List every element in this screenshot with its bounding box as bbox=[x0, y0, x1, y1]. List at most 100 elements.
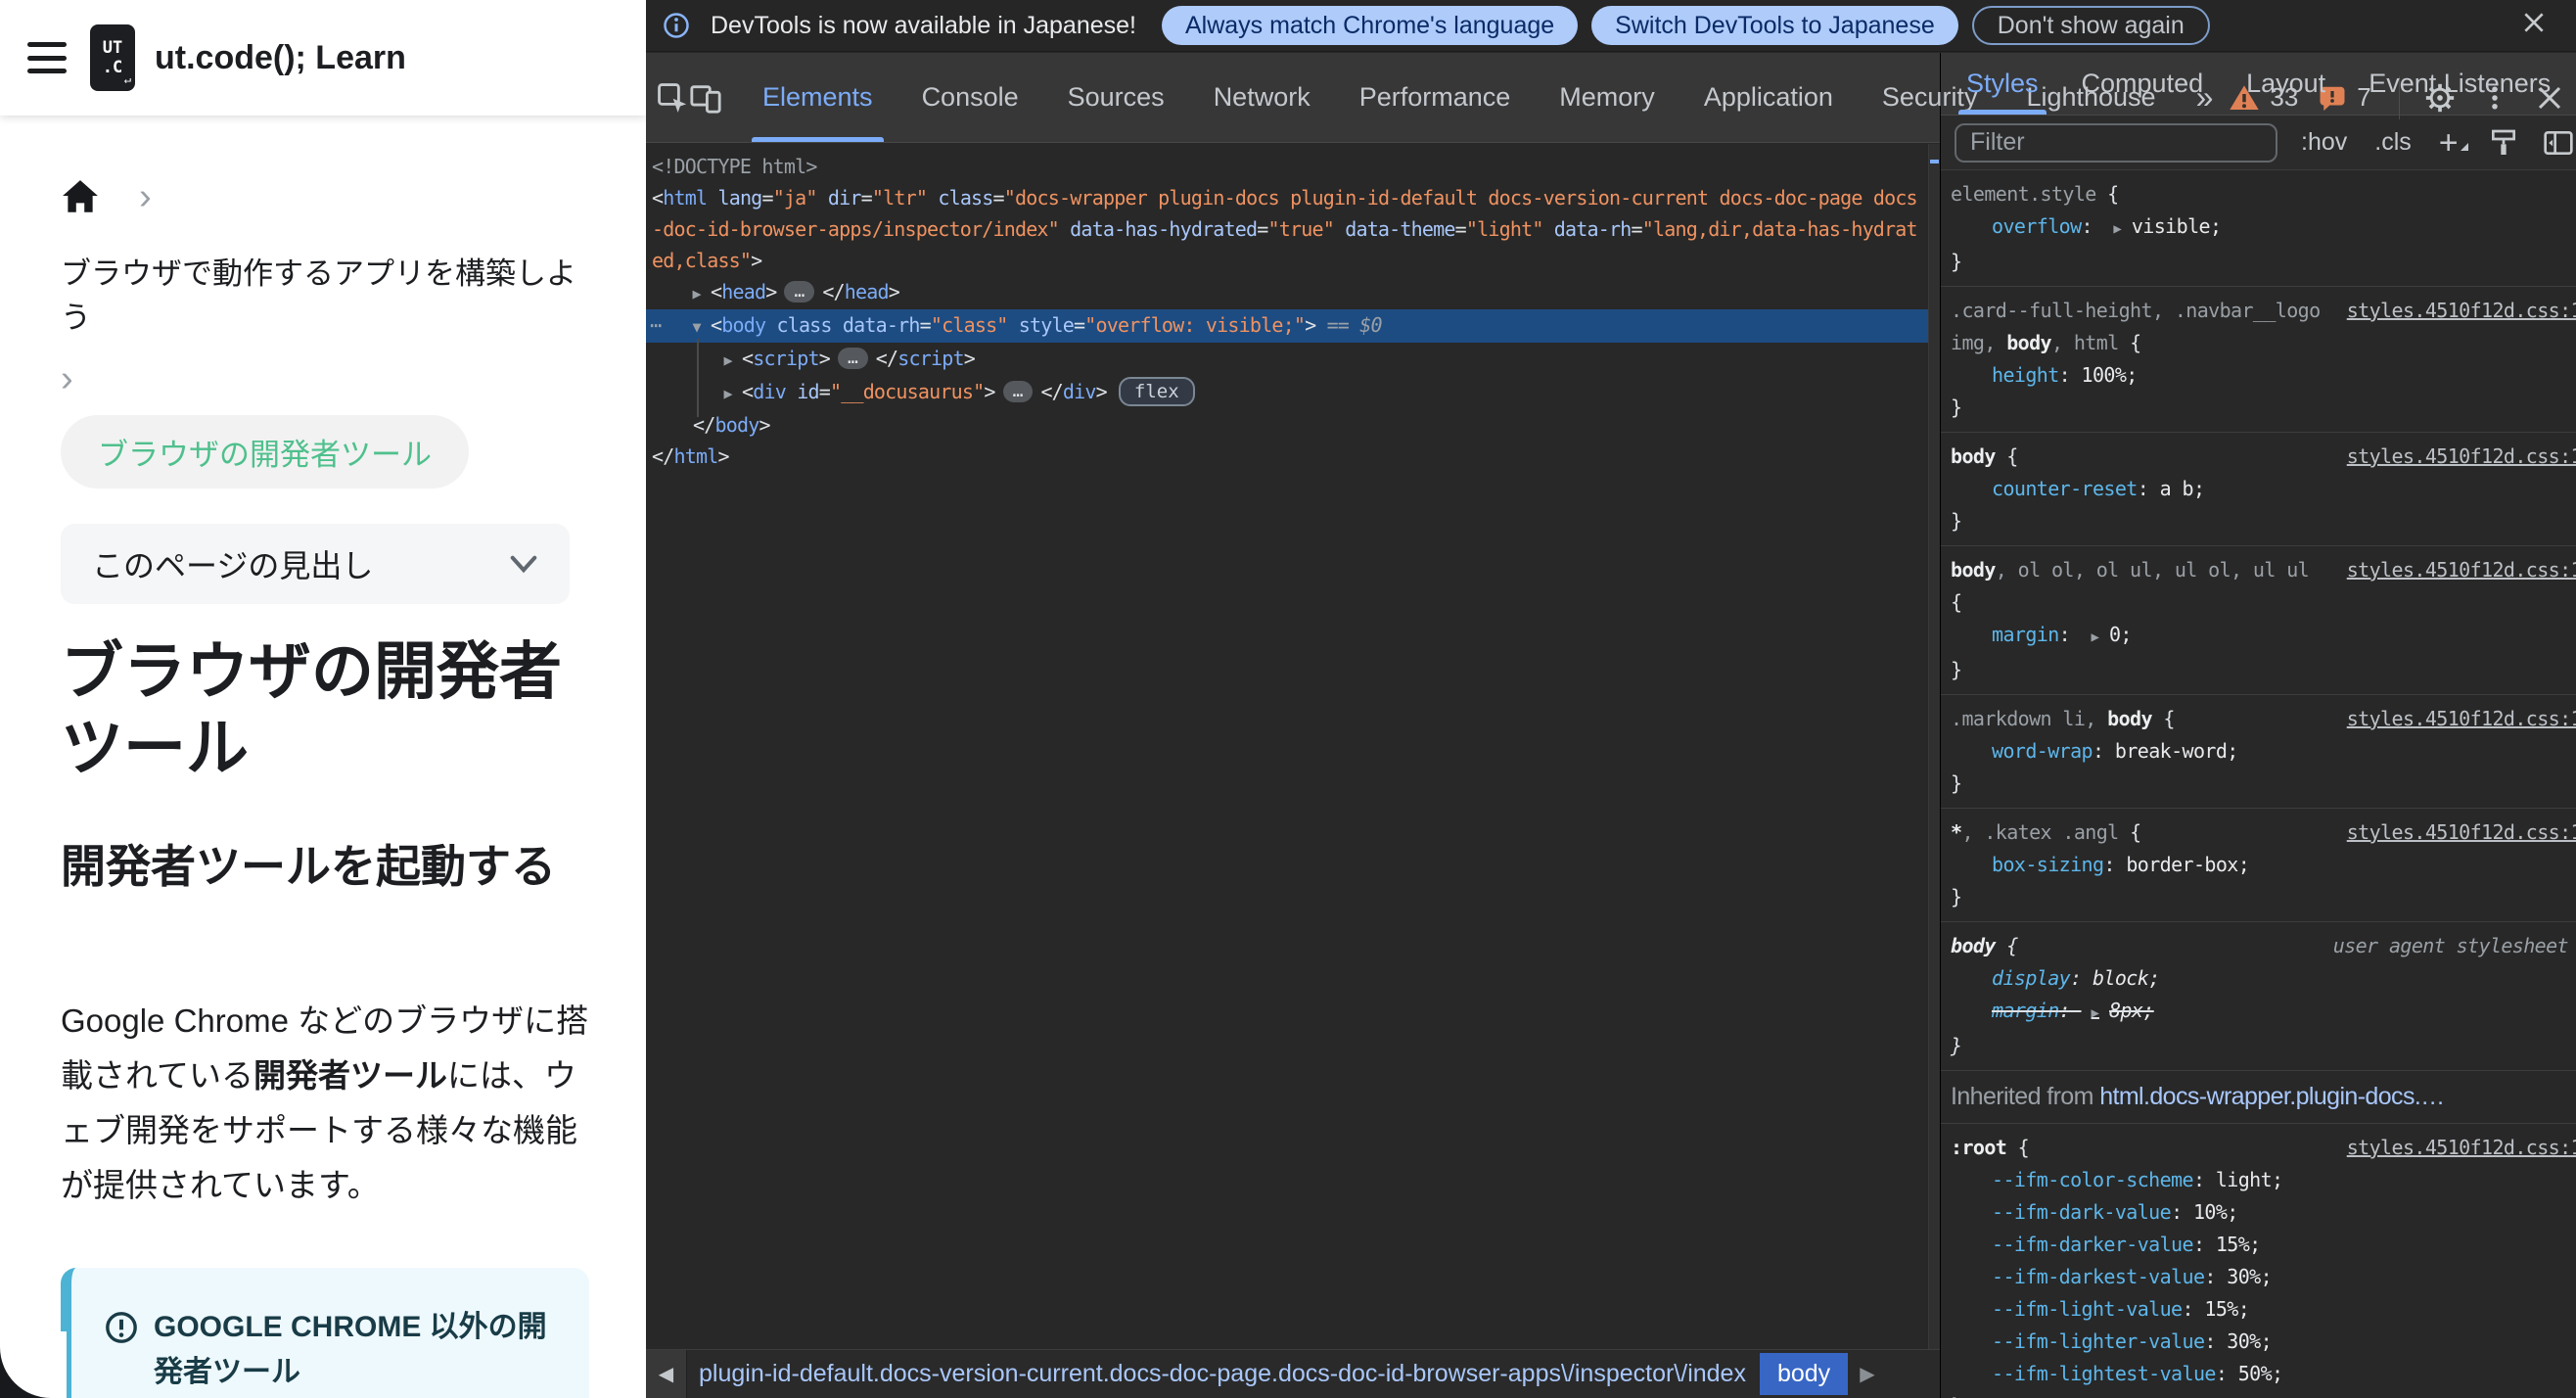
css-property[interactable]: height: 100%; bbox=[1951, 359, 2576, 392]
site-title[interactable]: ut.code(); Learn bbox=[155, 39, 406, 77]
dom-row[interactable]: </html> bbox=[646, 441, 1940, 472]
stylesheet-link[interactable]: styles.4510f12d.css:1 bbox=[2347, 554, 2576, 586]
css-property[interactable]: counter-reset: a b; bbox=[1951, 473, 2576, 505]
css-property[interactable]: --ifm-darkest-value: 30%; bbox=[1951, 1261, 2576, 1293]
css-rules-list: element.style {overflow: ▶ visible;} style… bbox=[1941, 170, 2576, 1398]
css-property[interactable]: display: block; bbox=[1951, 962, 2576, 995]
styles-tool--hov[interactable]: :hov bbox=[2301, 128, 2347, 157]
sidebar-tab-layout[interactable]: Layout bbox=[2225, 53, 2347, 115]
css-rule[interactable]: styles.4510f12d.css:1 *, .katex .angl {bo… bbox=[1941, 809, 2576, 922]
expand-value-icon[interactable]: ▶ bbox=[2092, 629, 2099, 645]
infobar-close-icon[interactable] bbox=[2521, 10, 2547, 42]
tab-console[interactable]: Console bbox=[897, 53, 1043, 142]
breadcrumb-scroll-left-icon[interactable]: ◀ bbox=[646, 1350, 687, 1398]
stylesheet-link[interactable]: styles.4510f12d.css:1 bbox=[2347, 295, 2576, 327]
flex-badge[interactable]: flex bbox=[1118, 377, 1195, 406]
css-property[interactable]: margin: ▶ 8px; bbox=[1951, 995, 2576, 1030]
stylesheet-link[interactable]: styles.4510f12d.css:1 bbox=[2347, 441, 2576, 473]
infobar-button-switch-devtools-to-japanese[interactable]: Switch DevTools to Japanese bbox=[1591, 6, 1958, 45]
css-rule[interactable]: styles.4510f12d.css:1 body {counter-reset… bbox=[1941, 433, 2576, 546]
expand-arrow-icon[interactable]: ▶ bbox=[683, 278, 711, 309]
tab-memory[interactable]: Memory bbox=[1535, 53, 1679, 142]
inspect-element-icon[interactable] bbox=[656, 75, 689, 120]
breadcrumb-item-course[interactable]: ブラウザで動作するアプリを構築しよう bbox=[61, 249, 589, 337]
inline-expand-icon[interactable]: … bbox=[1002, 381, 1034, 402]
styles-tab-bar: StylesComputedLayoutEvent Listeners» bbox=[1941, 53, 2576, 116]
css-property[interactable]: --ifm-light-value: 15%; bbox=[1951, 1293, 2576, 1326]
breadcrumb-item-current[interactable]: ブラウザの開発者ツール bbox=[61, 415, 469, 489]
info-icon bbox=[664, 13, 689, 38]
site-logo[interactable]: UT .C ↵ bbox=[90, 24, 135, 91]
expand-value-icon[interactable]: ▶ bbox=[2092, 1005, 2099, 1021]
elements-panel: Elements Console Sources Network Performance… bbox=[646, 53, 2560, 1398]
logo-text-bottom: .C bbox=[102, 58, 123, 77]
dom-row[interactable]: ▶ <div id="__docusaurus">… </div> flex bbox=[646, 376, 1940, 409]
dom-row[interactable]: <!DOCTYPE html> bbox=[646, 151, 1940, 182]
dock-sidebar-icon[interactable] bbox=[2543, 120, 2574, 165]
styles-tool-new-rule[interactable]: + bbox=[2439, 126, 2468, 160]
expand-value-icon[interactable]: ▶ bbox=[2113, 221, 2121, 237]
corner-fab[interactable] bbox=[0, 1331, 67, 1398]
sidebar-tab-styles[interactable]: Styles bbox=[1945, 53, 2060, 115]
rendering-brush-icon[interactable] bbox=[2488, 120, 2519, 165]
dom-breadcrumb-selected[interactable]: body bbox=[1759, 1353, 1849, 1395]
expand-arrow-icon[interactable]: ▶ bbox=[714, 378, 742, 409]
stylesheet-link[interactable]: styles.4510f12d.css:1 bbox=[2347, 816, 2576, 849]
breadcrumb-separator-icon: › bbox=[139, 176, 152, 217]
dom-row[interactable]: </body> bbox=[646, 409, 1940, 441]
page-toc-toggle[interactable]: このページの見出し bbox=[61, 524, 570, 604]
css-rule[interactable]: styles.4510f12d.css:1 body, ol ol, ol ul,… bbox=[1941, 546, 2576, 695]
css-property[interactable]: box-sizing: border-box; bbox=[1951, 849, 2576, 881]
css-property[interactable]: word-wrap: break-word; bbox=[1951, 735, 2576, 768]
breadcrumb-scroll-right-icon[interactable]: ▶ bbox=[1860, 1362, 1874, 1386]
chevron-down-icon bbox=[510, 555, 537, 574]
styles-tool--cls[interactable]: .cls bbox=[2374, 128, 2412, 157]
inherited-from-bar: Inherited from html.docs-wrapper.plugin-… bbox=[1941, 1071, 2576, 1124]
infobar-message: DevTools is now available in Japanese! bbox=[711, 11, 1136, 39]
css-property[interactable]: --ifm-darker-value: 15%; bbox=[1951, 1229, 2576, 1261]
sidebar-tab-computed[interactable]: Computed bbox=[2060, 53, 2226, 115]
sidebar-tab-event-listeners[interactable]: Event Listeners bbox=[2347, 53, 2572, 115]
dom-row[interactable]: <html lang="ja" dir="ltr" class="docs-wr… bbox=[646, 182, 1921, 276]
more-sidebar-tabs-icon[interactable]: » bbox=[2572, 53, 2576, 115]
infobar-button-don-t-show-again[interactable]: Don't show again bbox=[1971, 6, 2210, 45]
tab-elements[interactable]: Elements bbox=[738, 53, 897, 142]
site-navbar: UT .C ↵ ut.code(); Learn bbox=[0, 0, 646, 116]
doc-content: › ブラウザで動作するアプリを構築しよう › ブラウザの開発者ツール このページ… bbox=[0, 116, 646, 1398]
css-rule[interactable]: styles.4510f12d.css:1 .markdown li, body … bbox=[1941, 695, 2576, 809]
inline-expand-icon[interactable]: … bbox=[784, 281, 815, 303]
admonition-title: GOOGLE CHROME 以外の開発者ツール bbox=[154, 1311, 547, 1388]
tab-application[interactable]: Application bbox=[1679, 53, 1858, 142]
css-property[interactable]: --ifm-lightest-value: 50%; bbox=[1951, 1358, 2576, 1390]
css-rule[interactable]: user agent stylesheet body {display: bloc… bbox=[1941, 922, 2576, 1071]
css-property[interactable]: --ifm-lighter-value: 30%; bbox=[1951, 1326, 2576, 1358]
web-page: UT .C ↵ ut.code(); Learn › ブラウザで動作するアプリを… bbox=[0, 0, 646, 1398]
css-property[interactable]: margin: ▶ 0; bbox=[1951, 619, 2576, 654]
css-rule[interactable]: element.style {overflow: ▶ visible;} bbox=[1941, 170, 2576, 287]
stylesheet-link[interactable]: styles.4510f12d.css:1 bbox=[2347, 1132, 2576, 1164]
css-rule[interactable]: styles.4510f12d.css:1 .card--full-height,… bbox=[1941, 287, 2576, 433]
dom-row[interactable]: ⋯ ▼ <body class data-rh="class" style="ove… bbox=[646, 309, 1940, 343]
dom-breadcrumb-path[interactable]: plugin-id-default.docs-version-current.d… bbox=[699, 1360, 1746, 1388]
tab-sources[interactable]: Sources bbox=[1043, 53, 1189, 142]
css-rule[interactable]: styles.4510f12d.css:1:root {--ifm-color-… bbox=[1941, 1124, 2576, 1398]
stylesheet-link[interactable]: styles.4510f12d.css:1 bbox=[2347, 703, 2576, 735]
expand-arrow-icon[interactable]: ▶ bbox=[714, 345, 742, 376]
css-property[interactable]: overflow: ▶ visible; bbox=[1951, 210, 2576, 246]
scroll-marker-strip[interactable] bbox=[1928, 144, 1940, 1349]
dom-breadcrumb-bar: ◀ plugin-id-default.docs-version-current… bbox=[646, 1349, 1940, 1398]
tab-performance[interactable]: Performance bbox=[1335, 53, 1536, 142]
hamburger-menu-icon[interactable] bbox=[27, 42, 67, 73]
dom-row[interactable]: ▶ <script>… </script> bbox=[646, 343, 1940, 376]
inherited-from-link[interactable]: html.docs-wrapper.plugin-docs.… bbox=[2099, 1083, 2445, 1110]
tab-network[interactable]: Network bbox=[1189, 53, 1335, 142]
inline-expand-icon[interactable]: … bbox=[837, 348, 868, 369]
styles-toolbar: :hov .cls + bbox=[2301, 126, 2468, 160]
dom-row[interactable]: ▶ <head>… </head> bbox=[646, 276, 1940, 309]
css-property[interactable]: --ifm-dark-value: 10%; bbox=[1951, 1196, 2576, 1229]
css-property[interactable]: --ifm-color-scheme: light; bbox=[1951, 1164, 2576, 1196]
home-icon[interactable] bbox=[61, 178, 100, 215]
device-toolbar-icon[interactable] bbox=[689, 75, 722, 120]
infobar-button-always-match-chrome-s-language[interactable]: Always match Chrome's language bbox=[1161, 6, 1579, 45]
logo-text-top: UT bbox=[102, 38, 123, 58]
